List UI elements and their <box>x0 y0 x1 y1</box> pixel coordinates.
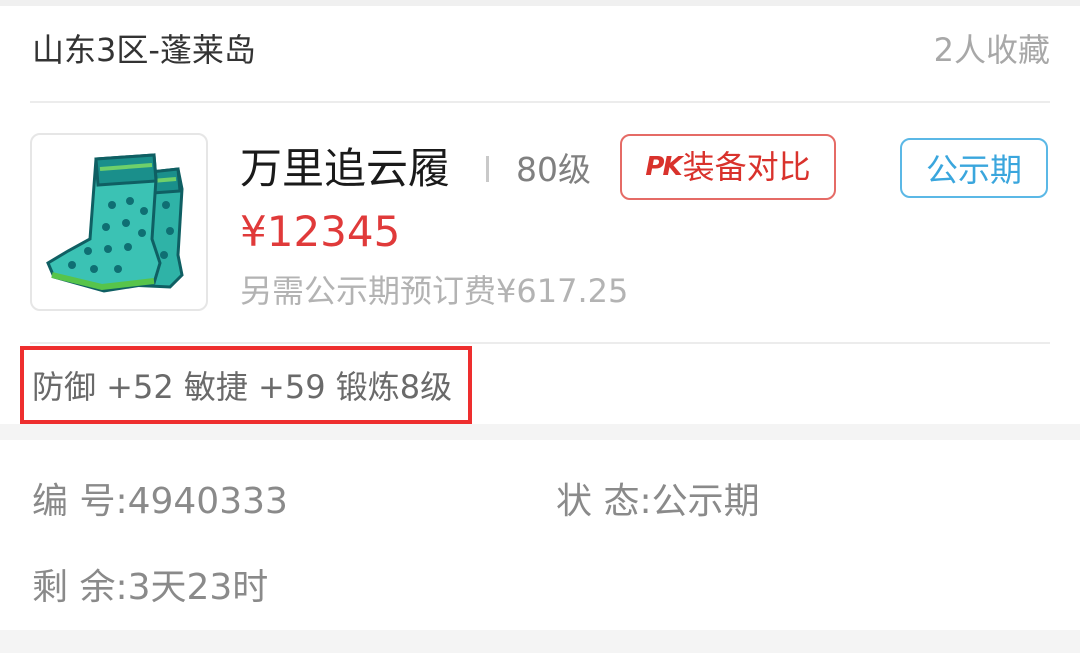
item-card[interactable]: 山东3区-蓬莱岛 2人收藏 万里追云履 80级 PK 装备对比 公示期 ¥123… <box>0 0 1080 424</box>
item-name: 万里追云履 <box>240 144 451 193</box>
item-attributes: 防御 +52 敏捷 +59 锻炼8级 <box>32 368 453 406</box>
name-level-separator <box>486 156 489 182</box>
serial-value: 4940333 <box>127 481 288 522</box>
serial-label: 编 号: <box>32 481 128 522</box>
top-edge <box>0 0 1080 6</box>
serial-field: 编 号:4940333 <box>32 478 288 526</box>
status-label: 状 态: <box>556 481 652 522</box>
pk-compare-button[interactable]: PK 装备对比 <box>620 134 836 200</box>
attributes-divider <box>30 342 1050 344</box>
header-divider <box>30 101 1050 103</box>
status-field: 状 态:公示期 <box>556 478 760 526</box>
favorites-count: 2人收藏 <box>933 31 1050 69</box>
remaining-value: 3天23时 <box>127 567 269 608</box>
pk-icon: PK <box>645 152 682 182</box>
status-value: 公示期 <box>651 481 760 522</box>
status-badge: 公示期 <box>900 138 1048 198</box>
boots-icon <box>46 153 184 293</box>
remaining-label: 剩 余: <box>32 567 128 608</box>
remaining-field: 剩 余:3天23时 <box>32 564 268 612</box>
item-price: ¥12345 <box>240 207 401 256</box>
item-level: 80级 <box>516 150 591 189</box>
reservation-fee-note: 另需公示期预订费¥617.25 <box>240 272 629 310</box>
details-card: 编 号:4940333 状 态:公示期 剩 余:3天23时 <box>0 440 1080 630</box>
pk-compare-label: 装备对比 <box>682 148 811 186</box>
server-name: 山东3区-蓬莱岛 <box>32 31 256 69</box>
item-thumbnail[interactable] <box>30 133 208 311</box>
